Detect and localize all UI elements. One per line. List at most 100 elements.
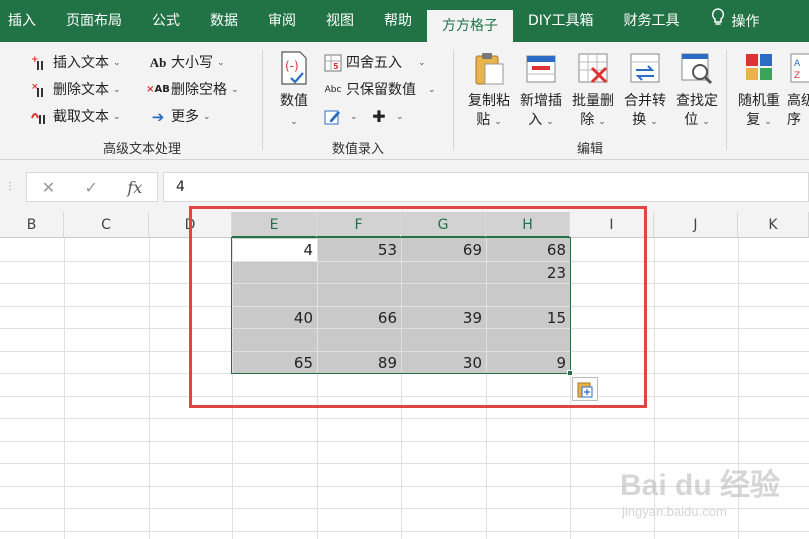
tell-me-label: 操作 xyxy=(731,14,760,30)
abc-icon: Abc xyxy=(324,85,342,95)
round-label: 四舍五入 xyxy=(346,55,402,71)
col-header-b[interactable]: B xyxy=(0,212,64,238)
copy-paste-label-2: 贴 xyxy=(476,112,491,128)
formula-bar-buttons: ✕ ✓ fx xyxy=(26,172,158,202)
chevron-down-icon: ⌄ xyxy=(418,58,426,68)
tell-me-search[interactable]: 操作 xyxy=(694,0,774,42)
chevron-down-icon: ⌄ xyxy=(203,112,211,122)
ribbon-panel: + 插入文本 ⌄ × 删除文本 ⌄ 截取文本 ⌄ Ab 大小写 ⌄ × AB 删除空格 ⌄ … xyxy=(0,42,809,160)
find-locate-button[interactable]: 查找定位 ⌄ xyxy=(672,50,722,132)
ribbon-tab-bar: 插入 页面布局 公式 数据 审阅 视图 帮助 方方格子 DIY工具箱 财务工具 … xyxy=(0,0,809,42)
keep-value-label: 只保留数值 xyxy=(346,82,416,98)
tab-view[interactable]: 视图 xyxy=(311,0,369,42)
insert-function-icon[interactable]: fx xyxy=(127,178,142,197)
col-header-c[interactable]: C xyxy=(64,212,149,238)
copy-paste-label-1: 复制粘 xyxy=(468,93,510,109)
sort-icon: AZ xyxy=(790,53,809,83)
confirm-icon[interactable]: ✓ xyxy=(85,178,98,197)
tab-insert[interactable]: 插入 xyxy=(0,0,51,42)
tab-review[interactable]: 审阅 xyxy=(253,0,311,42)
find-locate-label-2: 位 xyxy=(684,112,699,128)
drag-handle-icon[interactable]: ⋮ xyxy=(5,181,15,192)
value-button[interactable]: (-) 数值 ⌄ xyxy=(273,50,315,132)
chevron-down-icon: ⌄ xyxy=(650,117,658,127)
cancel-icon[interactable]: ✕ xyxy=(42,178,55,197)
tab-help[interactable]: 帮助 xyxy=(369,0,427,42)
group-label-edit: 编辑 xyxy=(576,142,603,157)
group-edit: 复制粘贴 ⌄ 新增插入 ⌄ 批量删除 ⌄ 合并转换 ⌄ 查找定位 ⌄ 编辑 xyxy=(454,42,726,160)
delete-text-label: 删除文本 xyxy=(53,82,109,98)
svg-text:Z: Z xyxy=(794,71,800,81)
tab-finance-tools[interactable]: 财务工具 xyxy=(608,0,694,42)
chevron-down-icon: ⌄ xyxy=(546,117,554,127)
copy-paste-button[interactable]: 复制粘贴 ⌄ xyxy=(464,50,514,132)
svg-text:A: A xyxy=(794,59,801,69)
random-repeat-button[interactable]: 随机重复 ⌄ xyxy=(733,50,785,132)
chevron-down-icon: ⌄ xyxy=(217,58,225,68)
plus-icon: ✚ xyxy=(372,107,386,126)
group-label-number-entry: 数值录入 xyxy=(331,142,384,157)
random-repeat-label-1: 随机重 xyxy=(738,93,780,109)
new-insert-button[interactable]: 新增插入 ⌄ xyxy=(516,50,566,132)
delete-text-icon: × xyxy=(30,81,50,99)
formula-input[interactable]: 4 xyxy=(163,172,809,202)
batch-delete-button[interactable]: 批量删除 ⌄ xyxy=(568,50,618,132)
keep-value-button[interactable]: Abc 只保留数值 ⌄ xyxy=(323,79,436,101)
insert-row-icon xyxy=(526,55,556,83)
tab-fangfang-gezi[interactable]: 方方格子 xyxy=(427,10,513,42)
extract-text-button[interactable]: 截取文本 ⌄ xyxy=(30,106,121,128)
formula-bar: ⋮ ✕ ✓ fx 4 xyxy=(0,160,809,212)
remove-space-label: 删除空格 xyxy=(171,82,227,98)
chevron-down-icon: ⌄ xyxy=(113,85,121,95)
arrow-right-icon: ➔ xyxy=(151,108,165,126)
magnifier-icon xyxy=(681,53,713,85)
insert-text-label: 插入文本 xyxy=(53,55,109,71)
remove-space-button[interactable]: × AB 删除空格 ⌄ xyxy=(146,79,238,101)
case-icon: Ab xyxy=(149,55,167,70)
batch-delete-icon xyxy=(578,53,608,84)
chevron-down-icon: ⌄ xyxy=(428,85,436,95)
merge-convert-label-2: 换 xyxy=(632,112,647,128)
round-icon: 5 xyxy=(323,54,343,72)
edit-formula-button[interactable]: ⌄ xyxy=(323,106,358,128)
tab-page-layout[interactable]: 页面布局 xyxy=(51,0,137,42)
more-button[interactable]: ➔ 更多 ⌄ xyxy=(148,106,211,128)
insert-text-button[interactable]: + 插入文本 ⌄ xyxy=(30,52,121,74)
group-sort: 随机重复 ⌄ AZ 高级序 xyxy=(727,42,809,160)
lightbulb-icon xyxy=(709,0,727,42)
tab-formulas[interactable]: 公式 xyxy=(137,0,195,42)
watermark-url: jingyan.baidu.com xyxy=(622,504,727,519)
group-number-entry: (-) 数值 ⌄ 5 四舍五入 ⌄ Abc 只保留数值 ⌄ ⌄ ✚ ⌄ 数值录入 xyxy=(263,42,453,160)
round-button[interactable]: 5 四舍五入 ⌄ xyxy=(323,52,426,74)
merge-convert-button[interactable]: 合并转换 ⌄ xyxy=(620,50,670,132)
find-locate-label-1: 查找定 xyxy=(676,93,718,109)
delete-text-button[interactable]: × 删除文本 ⌄ xyxy=(30,79,121,101)
case-label: 大小写 xyxy=(171,55,213,71)
worksheet-grid: B C D E F G H I J K 4 53 69 68 23 40 66 … xyxy=(0,206,809,539)
chevron-down-icon: ⌄ xyxy=(702,117,710,127)
clipboard-icon xyxy=(475,53,504,85)
insert-text-icon: + xyxy=(30,54,50,72)
chevron-down-icon: ⌄ xyxy=(113,112,121,122)
case-button[interactable]: Ab 大小写 ⌄ xyxy=(148,52,225,74)
new-insert-label-2: 入 xyxy=(528,112,543,128)
advanced-sort-label-1: 高级 xyxy=(787,93,809,109)
svg-text:(-): (-) xyxy=(285,59,299,73)
chevron-down-icon: ⌄ xyxy=(290,117,298,127)
tab-data[interactable]: 数据 xyxy=(195,0,253,42)
merge-convert-label-1: 合并转 xyxy=(624,93,666,109)
plus-button[interactable]: ✚ ⌄ xyxy=(369,106,404,128)
col-header-k[interactable]: K xyxy=(738,212,809,238)
advanced-sort-button[interactable]: AZ 高级序 xyxy=(787,50,809,130)
chevron-down-icon: ⌄ xyxy=(494,117,502,127)
svg-text:5: 5 xyxy=(333,62,339,71)
random-repeat-label-2: 复 xyxy=(746,112,761,128)
chevron-down-icon: ⌄ xyxy=(350,112,358,122)
grid-line xyxy=(0,531,809,532)
new-insert-label-1: 新增插 xyxy=(520,93,562,109)
chevron-down-icon: ⌄ xyxy=(396,112,404,122)
col-header-j[interactable]: J xyxy=(654,212,738,238)
batch-delete-label-2: 除 xyxy=(580,112,595,128)
chevron-down-icon: ⌄ xyxy=(113,58,121,68)
tab-diy-toolbox[interactable]: DIY工具箱 xyxy=(513,0,608,42)
